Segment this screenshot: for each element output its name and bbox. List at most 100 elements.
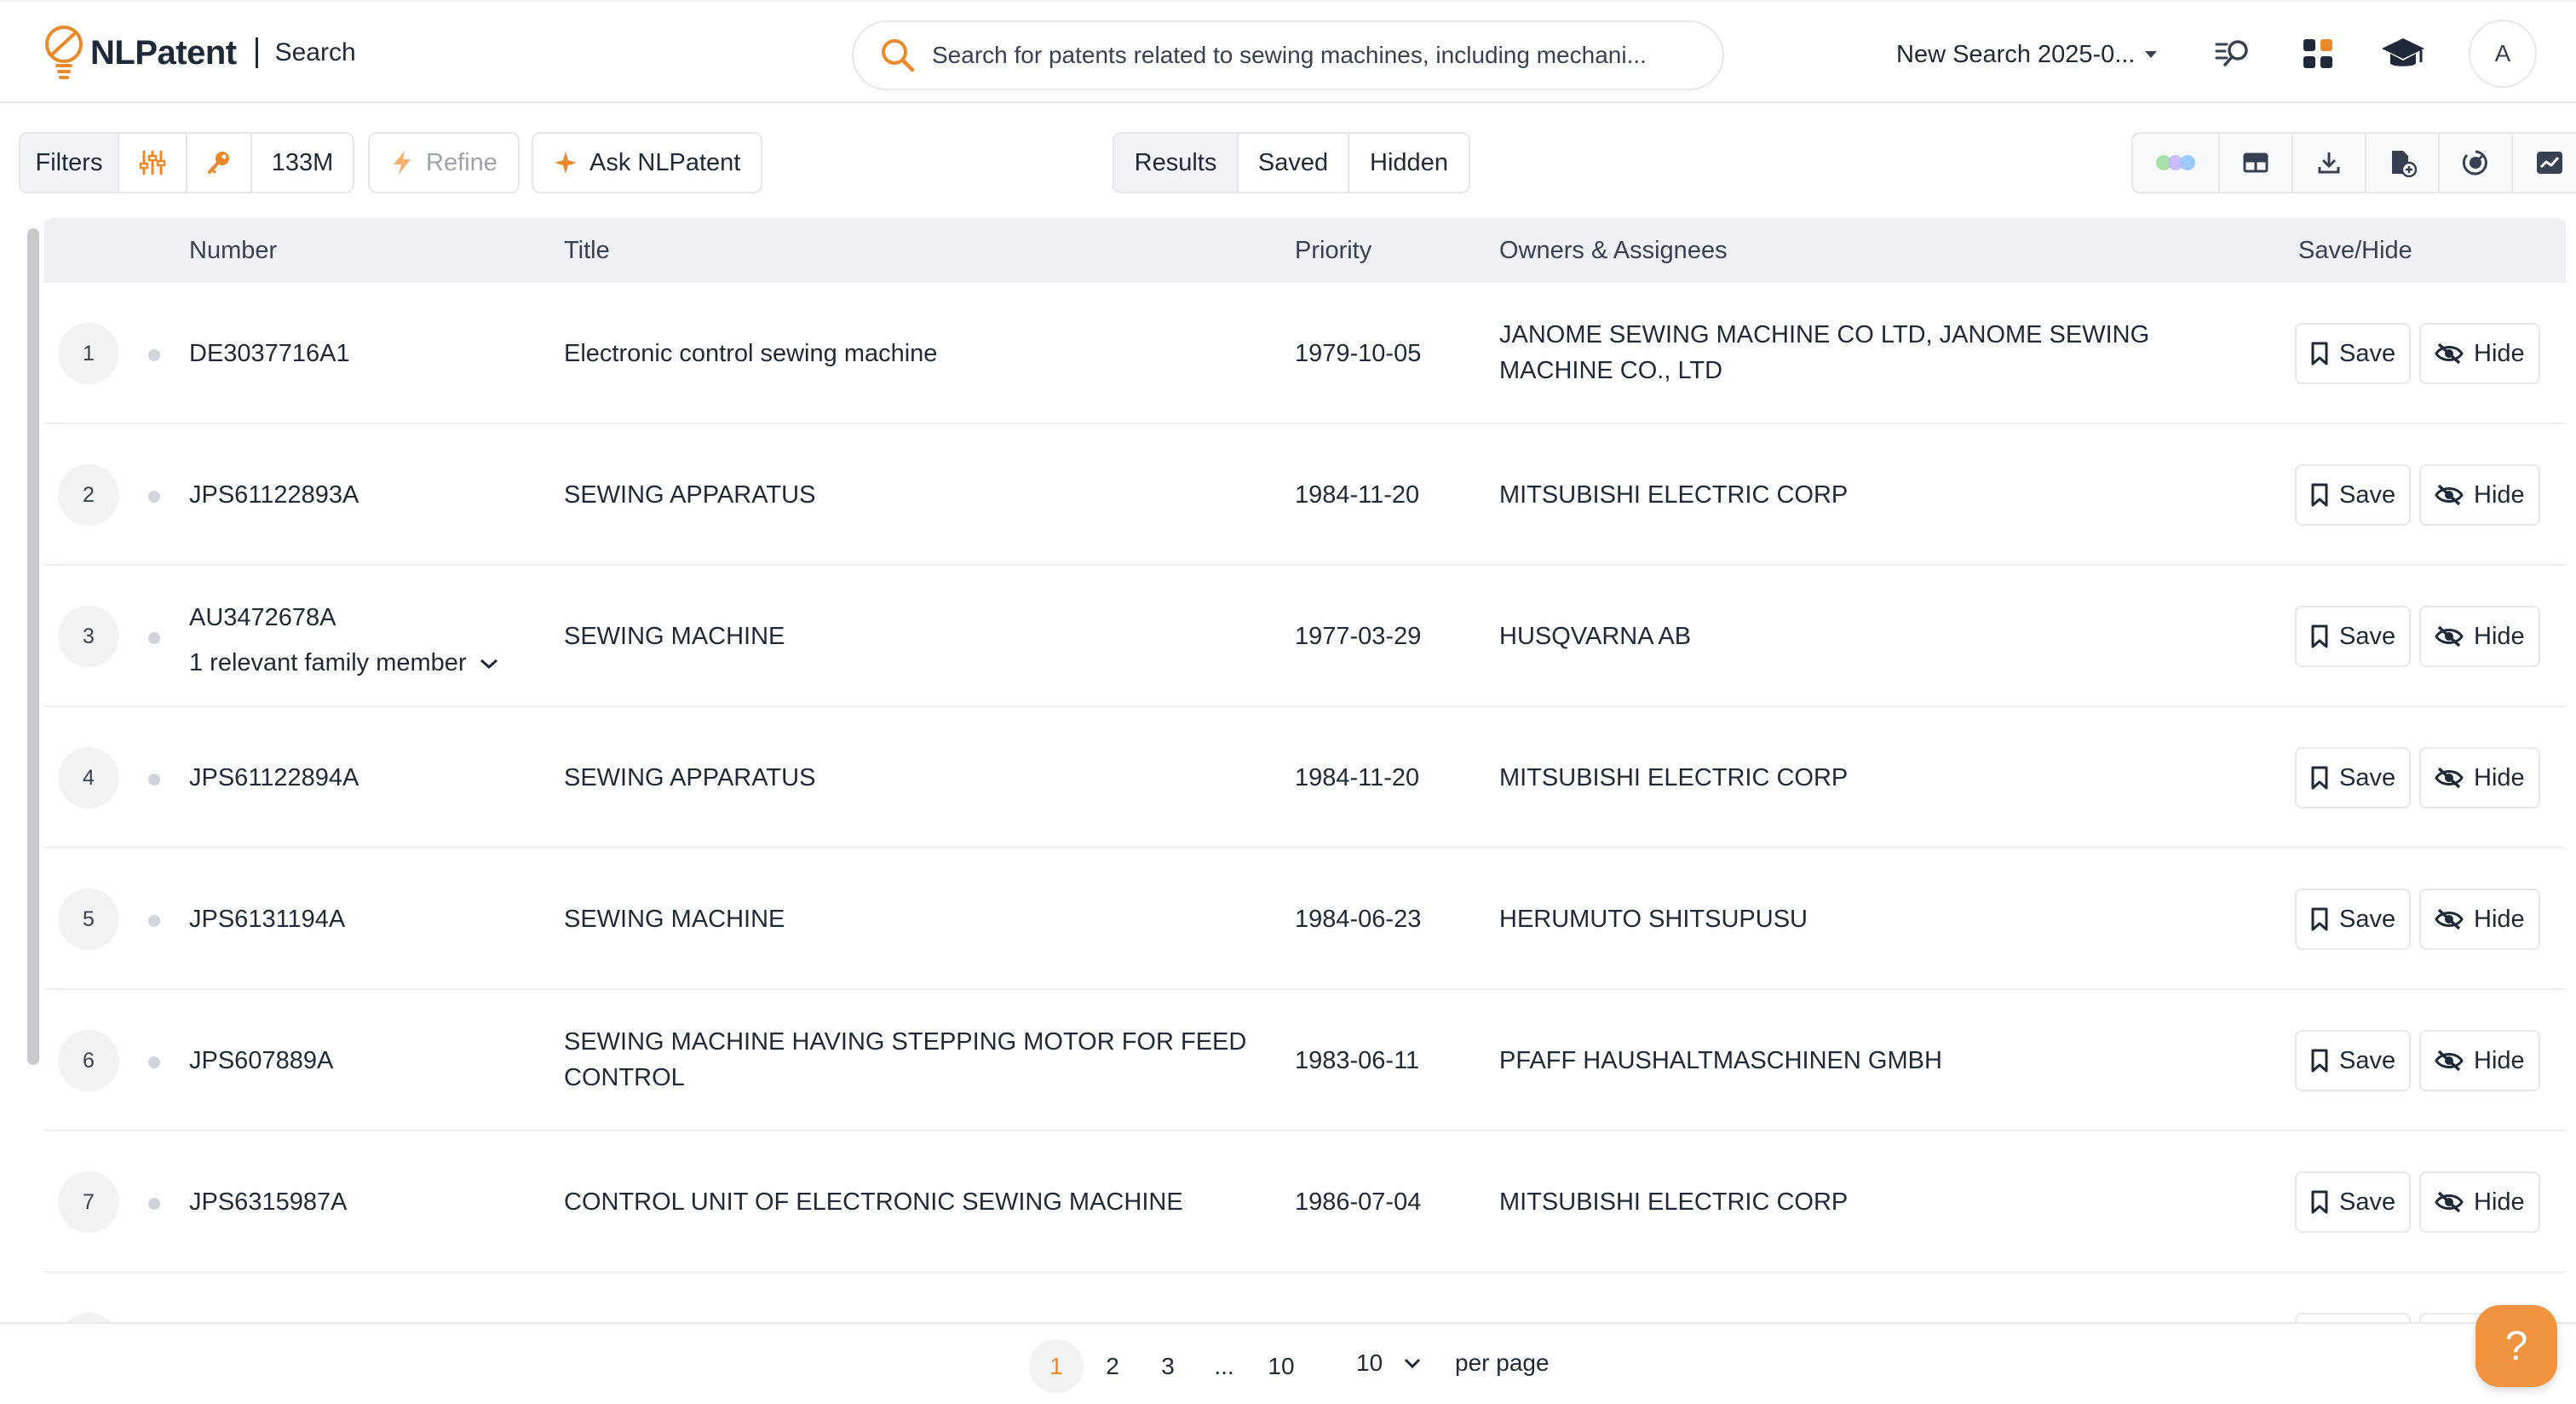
save-button[interactable]: Save <box>2295 747 2412 808</box>
radar-icon <box>2462 150 2487 176</box>
analytics-button[interactable] <box>2513 134 2576 192</box>
hide-label: Hide <box>2474 622 2525 650</box>
search-bar[interactable] <box>852 20 1724 90</box>
patent-title[interactable]: SEWING MACHINE <box>564 619 1262 654</box>
hide-button[interactable]: Hide <box>2419 323 2540 384</box>
table-icon <box>2243 152 2268 173</box>
patent-number[interactable]: JPS6131194A <box>189 901 345 937</box>
save-button[interactable]: Save <box>2295 323 2412 384</box>
status-dot <box>148 1056 160 1068</box>
save-button[interactable]: Save <box>2295 889 2412 950</box>
view-tools <box>2131 132 2576 193</box>
patent-number[interactable]: DE3037716A1 <box>189 336 350 371</box>
highlight-colors-button[interactable] <box>2133 134 2220 192</box>
save-button[interactable]: Save <box>2295 1171 2412 1233</box>
hide-button[interactable]: Hide <box>2419 606 2540 667</box>
section-title: Search <box>274 38 356 66</box>
page-ellipsis: ... <box>1214 1353 1234 1379</box>
monitor-button[interactable] <box>2440 134 2513 192</box>
table-view-button[interactable] <box>2220 134 2293 192</box>
table-row[interactable]: 1 DE3037716A1 Electronic control sewing ma… <box>44 283 2566 424</box>
save-button[interactable]: Save <box>2295 464 2412 526</box>
hide-button[interactable]: Hide <box>2419 464 2540 526</box>
search-session-label: New Search 2025-0... <box>1896 40 2136 68</box>
tab-saved[interactable]: Saved <box>1239 134 1349 192</box>
result-count-button[interactable]: 133M <box>252 134 353 192</box>
save-button[interactable]: Save <box>2295 1313 2412 1322</box>
col-number[interactable]: Number <box>189 237 277 265</box>
family-members-toggle[interactable]: 1 relevant family member <box>189 649 499 677</box>
table-row[interactable]: 3 AU3472678A 1 relevant family member SEWIN… <box>44 566 2566 707</box>
ask-nlpatent-button[interactable]: Ask NLPatent <box>532 132 763 193</box>
keyword-filter-button[interactable] <box>187 134 252 192</box>
hide-button[interactable]: Hide <box>2419 747 2540 808</box>
search-session-select[interactable]: New Search 2025-0... <box>1896 34 2158 75</box>
per-page-select[interactable]: 10 <box>1356 1349 1422 1377</box>
brand[interactable]: NLPatent Search <box>41 22 356 83</box>
hide-label: Hide <box>2474 1046 2525 1074</box>
page-10[interactable]: 10 <box>1254 1339 1308 1394</box>
save-button[interactable]: Save <box>2295 1030 2412 1091</box>
download-icon <box>2318 152 2340 174</box>
vertical-scrollbar[interactable] <box>27 228 39 1065</box>
search-input[interactable] <box>932 42 1699 69</box>
save-button[interactable]: Save <box>2295 606 2412 667</box>
patent-number[interactable]: JPS607889A <box>189 1043 333 1079</box>
filters-button[interactable]: Filters <box>20 134 119 192</box>
patent-title[interactable]: SEWING MACHINE HAVING STEPPING MOTOR FOR… <box>564 1024 1262 1096</box>
table-row[interactable]: 4 JPS61122894A SEWING APPARATUS 1984-11-20 M… <box>44 707 2566 849</box>
apps-grid-icon[interactable] <box>2291 27 2344 80</box>
table-row[interactable]: 2 JPS61122893A SEWING APPARATUS 1984-11-20 M… <box>44 424 2566 566</box>
row-index: 5 <box>58 889 119 950</box>
hide-button[interactable]: Hide <box>2419 889 2540 950</box>
owners-assignees: MITSUBISHI ELECTRIC CORP <box>1499 481 1849 509</box>
patent-title[interactable]: SEWING APPARATUS <box>564 477 1262 513</box>
hide-label: Hide <box>2474 763 2525 791</box>
status-dot <box>148 915 160 927</box>
table-row[interactable]: 6 JPS607889A SEWING MACHINE HAVING STEPPIN… <box>44 990 2566 1131</box>
refine-button[interactable]: Refine <box>368 132 520 193</box>
owners-assignees: HERUMUTO SHITSUPUSU <box>1499 906 1808 933</box>
page-2[interactable]: 2 <box>1085 1339 1140 1394</box>
search-history-icon[interactable] <box>2206 27 2259 80</box>
patent-number[interactable]: JPS6315987A <box>189 1184 347 1220</box>
row-index: 2 <box>58 464 119 526</box>
lightbulb-logo-icon <box>45 26 83 79</box>
hide-button[interactable]: Hide <box>2419 1171 2540 1233</box>
priority-date: 1977-03-29 <box>1295 623 1422 650</box>
table-row[interactable]: 7 JPS6315987A CONTROL UNIT OF ELECTRONIC S… <box>44 1131 2566 1273</box>
col-priority[interactable]: Priority <box>1295 237 1371 265</box>
help-button[interactable]: ? <box>2475 1305 2557 1387</box>
table-row[interactable]: 5 JPS6131194A SEWING MACHINE 1984-06-23 HERU… <box>44 849 2566 990</box>
patent-number[interactable]: AU3472678A <box>189 600 336 636</box>
hide-label: Hide <box>2474 339 2525 367</box>
patent-number[interactable]: JPS61122893A <box>189 477 359 513</box>
patent-title[interactable]: SEWING APPARATUS <box>564 760 1262 796</box>
priority-date: 1984-11-20 <box>1295 764 1420 791</box>
tab-results[interactable]: Results <box>1114 134 1239 192</box>
save-label: Save <box>2339 1188 2396 1216</box>
col-title[interactable]: Title <box>564 237 610 265</box>
color-circles-icon <box>2156 155 2195 170</box>
col-owners[interactable]: Owners & Assignees <box>1499 237 1728 265</box>
page-1[interactable]: 1 <box>1029 1339 1084 1394</box>
file-plus-icon <box>2392 151 2417 177</box>
patent-title[interactable]: Electronic control sewing machine <box>564 336 1262 371</box>
user-avatar[interactable]: A <box>2469 20 2537 88</box>
avatar-initial: A <box>2494 40 2511 66</box>
page-3[interactable]: 3 <box>1141 1339 1195 1394</box>
patent-number[interactable]: JPS61122894A <box>189 760 359 796</box>
status-dot <box>148 632 160 644</box>
hide-button[interactable]: Hide <box>2419 1030 2540 1091</box>
table-row[interactable]: 8JPS63212396AELECTRONIC SEWING MACHINE19… <box>44 1273 2566 1322</box>
filter-sliders-button[interactable] <box>119 134 187 192</box>
download-button[interactable] <box>2293 134 2366 192</box>
add-to-folder-button[interactable] <box>2366 134 2440 192</box>
patent-title[interactable]: SEWING MACHINE <box>564 901 1262 937</box>
bookmark-icon <box>2311 907 2328 931</box>
owners-assignees: MITSUBISHI ELECTRIC CORP <box>1499 764 1849 791</box>
patent-title[interactable]: CONTROL UNIT OF ELECTRONIC SEWING MACHIN… <box>564 1184 1262 1220</box>
tab-hidden[interactable]: Hidden <box>1349 134 1469 192</box>
graduation-cap-icon[interactable] <box>2377 27 2429 80</box>
save-label: Save <box>2339 763 2396 791</box>
